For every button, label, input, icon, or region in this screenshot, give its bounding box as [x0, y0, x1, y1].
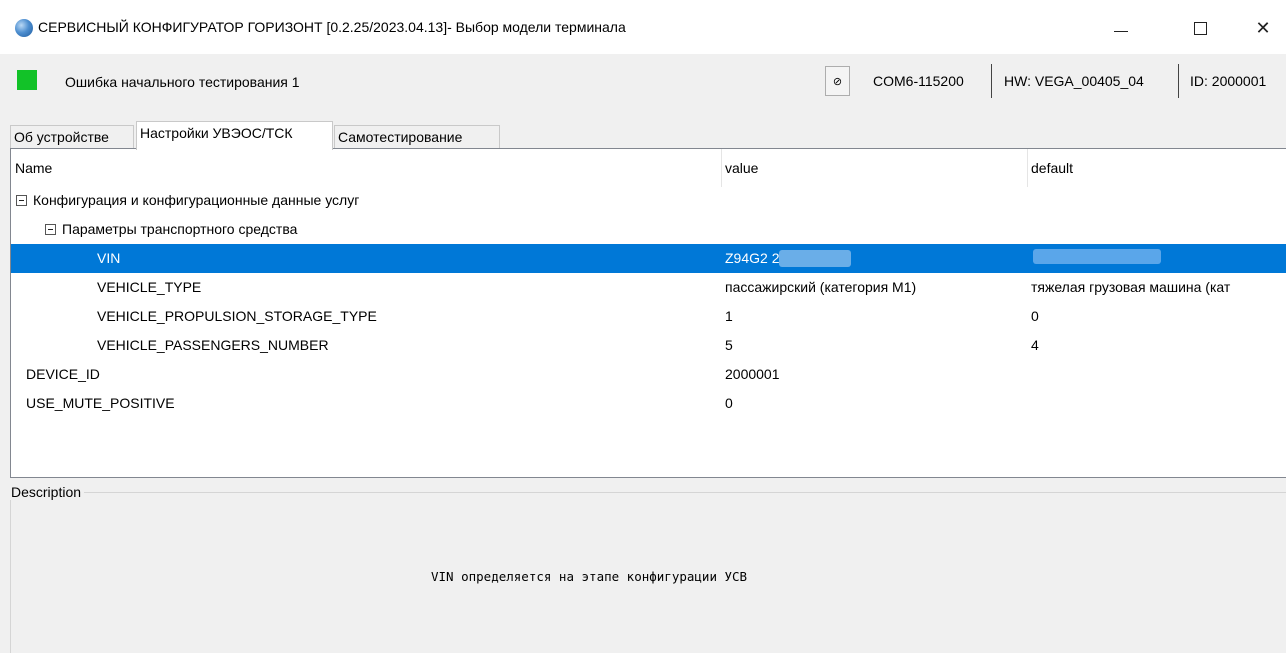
row-value: 2000001 — [725, 366, 780, 382]
app-icon — [15, 19, 33, 37]
row-default: 0 — [1031, 308, 1039, 324]
row-default: 4 — [1031, 337, 1039, 353]
disconnect-icon: ⊘ — [832, 75, 843, 88]
row-name: Параметры транспортного средства — [62, 221, 298, 237]
status-divider — [991, 64, 992, 98]
window-title: СЕРВИСНЫЙ КОНФИГУРАТОР ГОРИЗОНТ [0.2.25/… — [38, 19, 626, 35]
settings-tree-grid[interactable]: Name value default Конфигурация и конфиг… — [10, 148, 1286, 478]
tab-uveos-settings[interactable]: Настройки УВЭОС/ТСК — [136, 121, 333, 150]
row-name: USE_MUTE_POSITIVE — [26, 395, 175, 411]
row-value: 5 — [725, 337, 733, 353]
row-name: VEHICLE_PROPULSION_STORAGE_TYPE — [97, 308, 377, 324]
column-divider[interactable] — [721, 149, 722, 187]
tab-about-device[interactable]: Об устройстве — [10, 125, 134, 149]
column-header-default[interactable]: default — [1031, 160, 1073, 176]
column-header-value[interactable]: value — [725, 160, 758, 176]
maximize-icon — [1193, 21, 1207, 35]
row-name: VEHICLE_TYPE — [97, 279, 202, 295]
hardware-label: HW: VEGA_00405_04 — [1004, 73, 1144, 89]
status-bar: Ошибка начального тестирования 1 ⊘ COM6-… — [0, 54, 1286, 116]
tree-row-group[interactable]: Параметры транспортного средства — [11, 215, 1286, 244]
row-value: 0 — [725, 395, 733, 411]
row-value: пассажирский (категория М1) — [725, 279, 917, 295]
status-indicator — [17, 70, 37, 90]
collapse-icon[interactable] — [16, 195, 27, 206]
column-header-name[interactable]: Name — [15, 160, 52, 176]
tree-row[interactable]: VEHICLE_PASSENGERS_NUMBER 5 4 — [11, 331, 1286, 360]
tree-row-group[interactable]: Конфигурация и конфигурационные данные у… — [11, 186, 1286, 215]
port-disconnect-button[interactable]: ⊘ — [825, 66, 850, 96]
description-text: VIN определяется на этапе конфигурации У… — [431, 569, 748, 584]
collapse-icon[interactable] — [45, 224, 56, 235]
tree-row[interactable]: VEHICLE_TYPE пассажирский (категория М1)… — [11, 273, 1286, 302]
row-name: VEHICLE_PASSENGERS_NUMBER — [97, 337, 329, 353]
tree-row[interactable]: USE_MUTE_POSITIVE 0 — [11, 389, 1286, 418]
redacted-mask — [1033, 249, 1161, 264]
tab-self-test[interactable]: Самотестирование — [334, 125, 500, 149]
title-bar: СЕРВИСНЫЙ КОНФИГУРАТОР ГОРИЗОНТ [0.2.25/… — [0, 0, 1286, 54]
tree-row[interactable]: DEVICE_ID 2000001 — [11, 360, 1286, 389]
minimize-button[interactable] — [1098, 10, 1144, 46]
device-id-label: ID: 2000001 — [1190, 73, 1267, 89]
status-message: Ошибка начального тестирования 1 — [65, 74, 300, 90]
tree-row-vin[interactable]: VIN Z94G2 269907 — [11, 244, 1286, 273]
row-value: 1 — [725, 308, 733, 324]
minimize-icon — [1114, 30, 1128, 32]
description-label: Description — [8, 484, 85, 500]
close-icon: ✕ — [1255, 17, 1271, 38]
row-name: Конфигурация и конфигурационные данные у… — [33, 192, 360, 208]
tree-row[interactable]: VEHICLE_PROPULSION_STORAGE_TYPE 1 0 — [11, 302, 1286, 331]
port-label: COM6-115200 — [873, 73, 964, 89]
row-default: тяжелая грузовая машина (кат — [1031, 279, 1231, 295]
close-button[interactable]: ✕ — [1240, 10, 1286, 46]
column-divider[interactable] — [1027, 149, 1028, 187]
grid-header: Name value default — [11, 149, 1286, 187]
redacted-mask — [779, 250, 851, 267]
maximize-button[interactable] — [1177, 10, 1223, 46]
status-divider — [1178, 64, 1179, 98]
row-name: VIN — [97, 250, 121, 266]
row-name: DEVICE_ID — [26, 366, 100, 382]
